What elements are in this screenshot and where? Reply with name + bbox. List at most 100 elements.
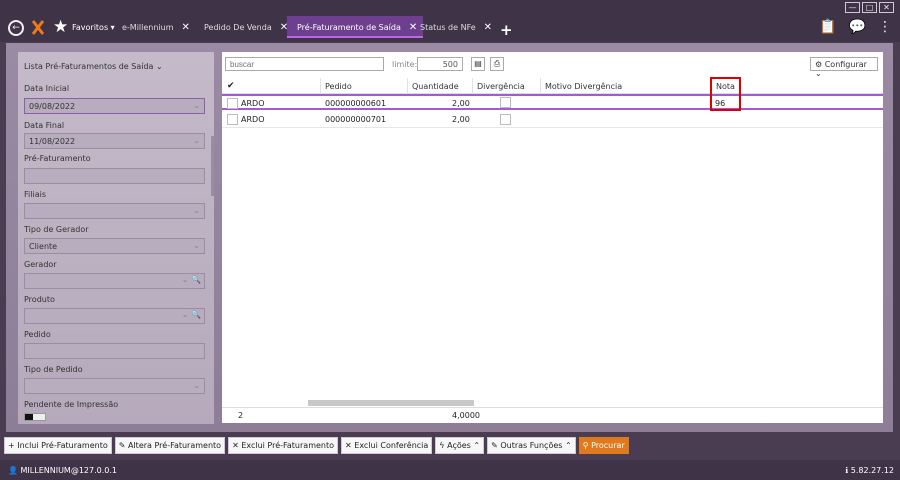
tipo-gerador-value: Cliente bbox=[29, 242, 58, 251]
inclui-pre-faturamento-button[interactable]: + Inclui Pré-Faturamento bbox=[4, 437, 112, 454]
pendente-label: Pendente de Impressão bbox=[24, 400, 119, 409]
clipboard-icon[interactable]: 📋 bbox=[819, 19, 836, 35]
app-logo-icon bbox=[31, 20, 45, 35]
tab-pre-faturamento[interactable]: Pré-Faturamento de Saída ✕ bbox=[287, 16, 424, 38]
procurar-button[interactable]: ⚲ Procurar bbox=[578, 437, 629, 454]
configurar-button[interactable]: ⚙ Configurar ⌄ bbox=[810, 57, 878, 78]
row-checkbox[interactable] bbox=[227, 114, 238, 125]
more-vertical-icon[interactable]: ⋮ bbox=[878, 19, 892, 35]
favorites-star-icon[interactable]: ★ bbox=[53, 17, 68, 37]
row-name: ARDO bbox=[241, 115, 265, 124]
button-label: Inclui Pré-Faturamento bbox=[17, 441, 108, 450]
chevron-down-icon[interactable]: ⌄ bbox=[193, 206, 200, 215]
tipo-pedido-select[interactable]: ⌄ bbox=[24, 378, 205, 394]
filiais-select[interactable]: ⌄ bbox=[24, 203, 205, 219]
button-label: Altera Pré-Faturamento bbox=[127, 441, 222, 450]
filter-scrollbar[interactable] bbox=[211, 136, 214, 196]
horizontal-scrollbar[interactable] bbox=[308, 400, 474, 406]
filiais-label: Filiais bbox=[24, 190, 46, 199]
minimize-button[interactable]: — bbox=[845, 2, 860, 13]
filter-panel-title[interactable]: Lista Pré-Faturamentos de Saída ⌄ bbox=[24, 62, 163, 71]
select-all-check-icon[interactable]: ✔ bbox=[227, 81, 235, 91]
tab-status-nfe[interactable]: Status de NFe ✕ bbox=[420, 16, 492, 38]
close-window-button[interactable]: ✕ bbox=[879, 2, 894, 13]
nota-highlight-box bbox=[710, 77, 741, 111]
footer-total: 4,0000 bbox=[452, 411, 480, 420]
chat-icon[interactable]: 💬 bbox=[849, 19, 866, 35]
title-bar: — □ ✕ ← ★ Favoritos ▾ e-Millennium ✕ Pedi… bbox=[0, 0, 900, 42]
filter-title-text: Lista Pré-Faturamentos de Saída bbox=[24, 62, 154, 71]
results-grid: limite: 500 ▤ ⎙ ⚙ Configurar ⌄ Pedido Qu… bbox=[222, 52, 883, 423]
version-info: ℹ 5.82.27.12 bbox=[845, 466, 894, 475]
print-icon[interactable]: ⎙ bbox=[490, 57, 504, 71]
data-inicial-value: 09/08/2022 bbox=[29, 102, 76, 111]
data-inicial-field[interactable]: 09/08/2022 ⌄ bbox=[24, 98, 205, 114]
favorites-menu[interactable]: Favoritos ▾ bbox=[72, 23, 115, 32]
data-final-field[interactable]: 11/08/2022 ⌄ bbox=[24, 133, 205, 149]
maximize-button[interactable]: □ bbox=[862, 2, 877, 13]
user-info: 👤 MILLENNIUM@127.0.0.1 bbox=[8, 466, 117, 475]
close-icon: ✕ bbox=[232, 441, 239, 450]
toggle-knob bbox=[25, 414, 33, 420]
gerador-field[interactable]: ⌄ 🔍 bbox=[24, 273, 205, 289]
configurar-label: Configurar bbox=[824, 60, 867, 69]
pedido-field[interactable] bbox=[24, 343, 205, 359]
search-icon[interactable]: ⌄ 🔍 bbox=[182, 310, 201, 319]
gerador-label: Gerador bbox=[24, 260, 57, 269]
tab-label: Pedido De Venda bbox=[204, 23, 272, 32]
pre-faturamento-field[interactable] bbox=[24, 168, 205, 184]
exclui-conferencia-button[interactable]: ✕ Exclui Conferência bbox=[341, 437, 433, 454]
acoes-button[interactable]: ϟ Ações ⌃ bbox=[435, 437, 485, 454]
column-header-pedido[interactable]: Pedido bbox=[320, 78, 420, 94]
column-header-quantidade[interactable]: Quantidade bbox=[407, 78, 477, 94]
chevron-up-icon: ⌃ bbox=[473, 441, 481, 450]
chevron-down-icon[interactable]: ⌄ bbox=[193, 101, 200, 110]
version-text: 5.82.27.12 bbox=[850, 466, 894, 475]
tipo-pedido-label: Tipo de Pedido bbox=[24, 365, 83, 374]
info-icon: ℹ bbox=[845, 466, 849, 475]
row-checkbox[interactable] bbox=[227, 98, 238, 109]
altera-pre-faturamento-button[interactable]: ✎ Altera Pré-Faturamento bbox=[114, 437, 226, 454]
status-bar: 👤 MILLENNIUM@127.0.0.1 ℹ 5.82.27.12 bbox=[0, 460, 900, 480]
export-icon[interactable]: ▤ bbox=[471, 57, 485, 71]
button-label: Exclui Pré-Faturamento bbox=[241, 441, 335, 450]
filter-panel: Lista Pré-Faturamentos de Saída ⌄ Data I… bbox=[18, 52, 214, 424]
limite-label: limite: bbox=[392, 60, 418, 69]
table-footer: 2 4,0000 bbox=[222, 407, 883, 423]
column-header-motivo[interactable]: Motivo Divergência bbox=[540, 78, 710, 94]
search-icon[interactable]: ⌄ 🔍 bbox=[182, 275, 201, 284]
lightning-icon: ϟ bbox=[439, 441, 445, 450]
chevron-up-icon: ⌃ bbox=[564, 441, 572, 450]
exclui-pre-faturamento-button[interactable]: ✕ Exclui Pré-Faturamento bbox=[228, 437, 339, 454]
search-icon: ⚲ bbox=[582, 441, 589, 450]
column-header-divergencia[interactable]: Divergência bbox=[472, 78, 540, 94]
tipo-gerador-select[interactable]: Cliente ⌄ bbox=[24, 238, 205, 254]
add-tab-icon[interactable]: + bbox=[500, 21, 513, 39]
action-bar: + Inclui Pré-Faturamento ✎ Altera Pré-Fa… bbox=[4, 437, 629, 454]
close-tab-icon[interactable]: ✕ bbox=[409, 22, 417, 33]
search-input[interactable] bbox=[225, 57, 384, 71]
chevron-down-icon[interactable]: ⌄ bbox=[193, 241, 200, 250]
table-row[interactable]: ARDO 000000000701 2,00 bbox=[222, 112, 883, 128]
chevron-down-icon[interactable]: ⌄ bbox=[193, 381, 200, 390]
pendente-toggle[interactable] bbox=[24, 413, 46, 421]
data-final-label: Data Final bbox=[24, 121, 65, 130]
outras-funcoes-button[interactable]: ✎ Outras Funções ⌃ bbox=[487, 437, 576, 454]
back-arrow-icon[interactable]: ← bbox=[8, 20, 24, 36]
header-tools: 📋 💬 ⋮ bbox=[819, 19, 892, 35]
row-quantidade: 2,00 bbox=[452, 99, 470, 108]
tab-pedido-de-venda[interactable]: Pedido De Venda ✕ bbox=[204, 16, 288, 38]
button-label: Ações bbox=[447, 441, 471, 450]
close-tab-icon[interactable]: ✕ bbox=[484, 22, 492, 33]
table-row[interactable]: ARDO 000000000601 2,00 96 bbox=[222, 94, 883, 110]
divergencia-checkbox[interactable] bbox=[500, 114, 511, 125]
close-tab-icon[interactable]: ✕ bbox=[182, 22, 190, 33]
divergencia-checkbox[interactable] bbox=[500, 97, 511, 108]
row-pedido: 000000000601 bbox=[325, 99, 387, 108]
produto-field[interactable]: ⌄ 🔍 bbox=[24, 308, 205, 324]
chevron-down-icon[interactable]: ⌄ bbox=[193, 136, 200, 145]
data-final-value: 11/08/2022 bbox=[29, 137, 76, 146]
tab-e-millennium[interactable]: e-Millennium ✕ bbox=[122, 16, 190, 38]
gear-icon: ⚙ bbox=[815, 60, 823, 69]
limite-input[interactable]: 500 bbox=[417, 57, 463, 71]
